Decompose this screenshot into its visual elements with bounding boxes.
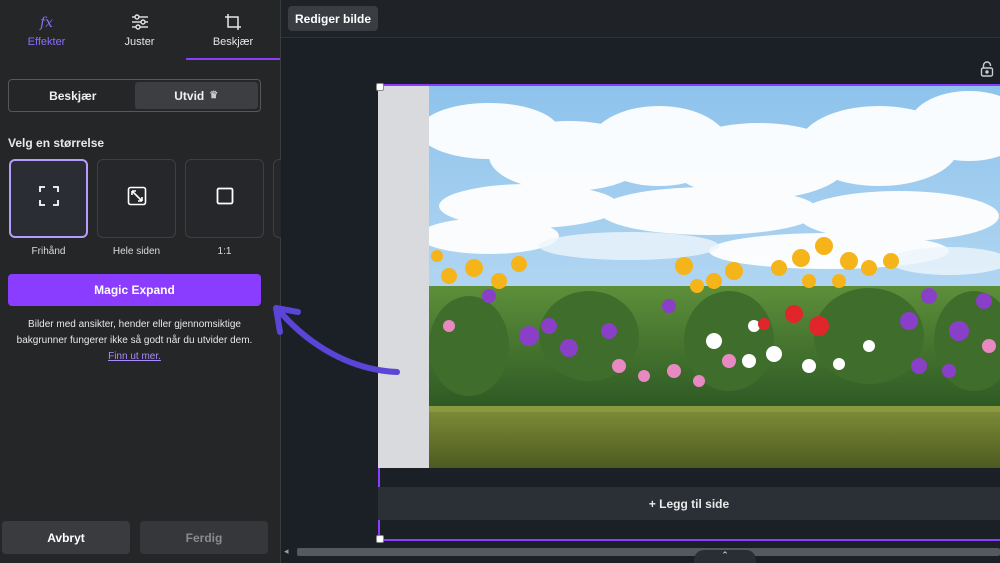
tab-crop[interactable]: Beskjær	[186, 0, 280, 60]
expand-note-text: Bilder med ansikter, hender eller gjenno…	[16, 319, 253, 346]
size-option-freeform[interactable]	[9, 159, 88, 238]
pointer-arrow-icon	[273, 305, 400, 375]
full-page-icon	[127, 186, 147, 211]
expansion-area	[378, 86, 429, 468]
crown-icon: ♛	[209, 90, 219, 101]
edit-image-button[interactable]: Rediger bilde	[288, 6, 379, 31]
tab-adjust-label: Juster	[124, 36, 155, 48]
done-label: Ferdig	[185, 530, 223, 545]
panel-tabs: fx Effekter Juster Beskjær	[0, 0, 280, 60]
crop-panel: fx Effekter Juster Beskjær Beskjær Utvid…	[0, 0, 281, 563]
scroll-left-icon[interactable]: ◂	[284, 546, 289, 557]
size-option-full-page[interactable]	[97, 159, 176, 238]
add-page-button[interactable]: + Legg til side	[378, 487, 1000, 520]
add-page-label: + Legg til side	[648, 496, 730, 511]
lock-icon[interactable]	[980, 61, 994, 82]
fx-icon: fx	[39, 12, 55, 32]
learn-more-link[interactable]: Finn ut mer.	[108, 351, 161, 362]
crop-mode-toggle: Beskjær Utvid ♛	[8, 79, 261, 112]
resize-handle-top-left[interactable]	[376, 83, 384, 91]
size-options: Frihånd Hele siden 1:1	[9, 159, 281, 259]
expand-note: Bilder med ansikter, hender eller gjenno…	[8, 317, 261, 365]
tab-crop-label: Beskjær	[212, 36, 254, 48]
chevron-up-icon[interactable]: ⌃	[694, 550, 756, 563]
flower-photo[interactable]	[429, 86, 1000, 468]
editor-root: fx Effekter Juster Beskjær Beskjær Utvid…	[0, 0, 1000, 563]
svg-text:fx: fx	[39, 15, 53, 30]
tab-effects[interactable]: fx Effekter	[0, 0, 93, 60]
crop-icon	[224, 12, 242, 32]
size-option-freeform-label: Frihånd	[31, 246, 66, 257]
crop-mode-label: Beskjær	[49, 88, 97, 103]
cancel-button[interactable]: Avbryt	[2, 521, 130, 554]
freeform-icon	[38, 185, 60, 212]
tab-effects-label: Effekter	[27, 36, 66, 48]
magic-expand-button[interactable]: Magic Expand	[8, 274, 261, 306]
edit-image-label: Rediger bilde	[295, 11, 372, 26]
size-option-full-page-label: Hele siden	[112, 246, 161, 257]
expand-mode-label: Utvid	[174, 88, 205, 103]
magic-expand-label: Magic Expand	[94, 283, 175, 297]
crop-mode-button[interactable]: Beskjær	[11, 82, 135, 109]
horizontal-scrollbar[interactable]	[297, 548, 1000, 556]
square-icon	[216, 187, 234, 210]
top-bar: Rediger bilde	[281, 0, 1000, 38]
tab-adjust[interactable]: Juster	[93, 0, 186, 60]
expand-mode-button[interactable]: Utvid ♛	[134, 82, 258, 109]
done-button[interactable]: Ferdig	[140, 521, 268, 554]
size-option-more[interactable]	[273, 159, 281, 238]
sliders-icon	[131, 12, 149, 32]
size-option-square[interactable]	[185, 159, 264, 238]
cancel-label: Avbryt	[47, 530, 85, 545]
size-section-title: Velg en størrelse	[8, 136, 105, 150]
size-option-square-label: 1:1	[217, 246, 232, 257]
resize-handle-bottom-left[interactable]	[376, 535, 384, 543]
